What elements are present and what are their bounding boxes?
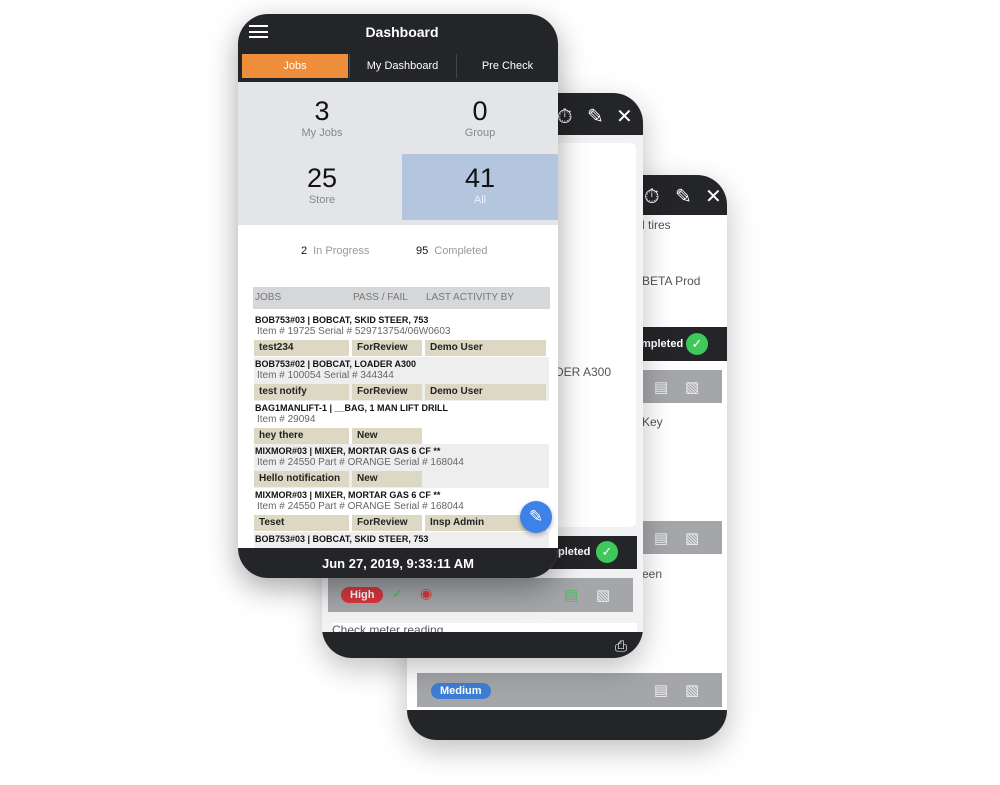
table-row[interactable]: MIXMOR#03 | MIXER, MORTAR GAS 6 CF ** Ite… [254,444,549,488]
print-icon[interactable]: ⎙ [615,638,627,655]
stat-label: Group [464,127,496,139]
footer-timestamp: Jun 27, 2019, 9:33:11 AM [322,556,474,571]
job-title: BOB753#03 | BOBCAT, SKID STEER, 753 [255,315,429,325]
table-header: JOBS PASS / FAIL LAST ACTIVITY BY [253,287,550,309]
pass-fail-status: ForReview [352,384,422,400]
pass-fail-status: New [352,428,422,444]
in-progress-count: 2 [301,245,308,257]
edit-fab[interactable]: ✎ [520,501,552,533]
in-progress-label: In Progress [313,245,370,257]
table-row[interactable]: BOB753#03 | BOBCAT, SKID STEER, 753 [254,532,549,548]
dashboard-screen: Dashboard Jobs My Dashboard Pre Check 3 … [238,14,558,578]
pass-fail-status: New [352,471,422,487]
stat-label: All [473,194,487,206]
tab-my-dashboard[interactable]: My Dashboard [349,54,455,78]
job-title: MIXMOR#03 | MIXER, MORTAR GAS 6 CF ** [255,446,441,456]
stat-my-jobs[interactable]: 3 My Jobs [238,96,406,139]
job-title: BOB753#03 | BOBCAT, SKID STEER, 753 [255,534,429,544]
job-details: Item # 24550 Part # ORANGE Serial # 1680… [257,457,464,468]
back-text-2: BETA Prod [642,274,701,288]
last-activity-user: Demo User [425,340,546,356]
job-title: BAG1MANLIFT-1 | __BAG, 1 MAN LIFT DRILL [255,403,449,413]
stat-group[interactable]: 0 Group [402,96,558,139]
table-row[interactable]: MIXMOR#03 | MIXER, MORTAR GAS 6 CF ** Ite… [254,488,549,532]
image-icon[interactable]: ▧ [685,681,699,699]
priority-badge-high: High [341,587,384,603]
completed-label: Completed [434,245,488,257]
job-details: Item # 100054 Serial # 344344 [257,370,394,381]
back-text-3: Key [642,415,663,429]
completed-summary[interactable]: 95 Completed [416,245,487,257]
back-text-1: l tires [642,218,671,232]
last-activity-user: Demo User [425,384,546,400]
close-icon[interactable]: ✕ [616,107,633,127]
notes-icon[interactable]: ▤ [654,378,668,396]
pencil-icon: ✎ [528,507,544,526]
notes-icon[interactable]: ▤ [654,681,668,699]
priority-badge-medium: Medium [431,683,491,699]
pass-fail-status: ForReview [352,515,422,531]
stat-value: 0 [472,96,488,126]
stat-value: 41 [464,163,496,193]
job-note: test notify [254,384,349,400]
back-status-label: mpleted [641,338,684,350]
in-progress-summary[interactable]: 2 In Progress [301,245,369,257]
table-row[interactable]: BOB753#03 | BOBCAT, SKID STEER, 753 Item … [254,313,549,357]
job-note: test234 [254,340,349,356]
tab-pre-check[interactable]: Pre Check [456,54,558,78]
timer-icon[interactable]: ⏱ [557,107,573,127]
stat-store[interactable]: 25 Store [238,163,406,206]
completed-check-icon: ✓ [596,541,618,563]
table-row[interactable]: BOB753#02 | BOBCAT, LOADER A300 Item # 10… [254,357,549,401]
job-details: Item # 24550 Part # ORANGE Serial # 1680… [257,501,464,512]
completed-count: 95 [416,245,429,257]
stat-label: Store [308,194,336,206]
job-details: Item # 29094 [257,414,316,425]
header-pass-fail: PASS / FAIL [353,292,408,303]
header-jobs: JOBS [255,292,282,303]
pass-check-icon[interactable]: ✓ [392,586,403,602]
stat-value: 3 [314,96,330,126]
notes-icon[interactable]: ▤ [654,529,668,547]
middle-footer [322,632,643,658]
completed-check-icon: ✓ [686,333,708,355]
pass-fail-status: ForReview [352,340,422,356]
header-last-activity: LAST ACTIVITY BY [426,292,514,303]
job-note: Teset [254,515,349,531]
page-title: Dashboard [365,24,439,40]
close-icon[interactable]: ✕ [705,187,722,207]
pencil-icon[interactable]: ✎ [675,187,692,207]
eye-icon[interactable]: ◉ [420,585,432,602]
stat-all[interactable]: 41 All [402,154,558,220]
back-text-4: een [642,567,663,581]
image-icon[interactable]: ▧ [596,586,610,604]
notes-icon[interactable]: ▤ [564,586,578,604]
job-title: MIXMOR#03 | MIXER, MORTAR GAS 6 CF ** [255,490,441,500]
image-icon[interactable]: ▧ [685,529,699,547]
job-title: BOB753#02 | BOBCAT, LOADER A300 [255,359,417,369]
image-icon[interactable]: ▧ [685,378,699,396]
back-footer [407,710,727,740]
stat-value: 25 [306,163,338,193]
pencil-icon[interactable]: ✎ [587,107,604,127]
timer-icon[interactable]: ⏱ [644,187,660,207]
tab-jobs[interactable]: Jobs [242,54,348,78]
job-note: hey there [254,428,349,444]
middle-status-label: pleted [558,546,591,558]
middle-text-1: DER A300 [555,365,612,379]
job-details: Item # 19725 Serial # 529713754/06W0603 [257,326,451,337]
stat-label: My Jobs [301,127,343,139]
job-note: Hello notification [254,471,349,487]
table-row[interactable]: BAG1MANLIFT-1 | __BAG, 1 MAN LIFT DRILL I… [254,401,549,445]
